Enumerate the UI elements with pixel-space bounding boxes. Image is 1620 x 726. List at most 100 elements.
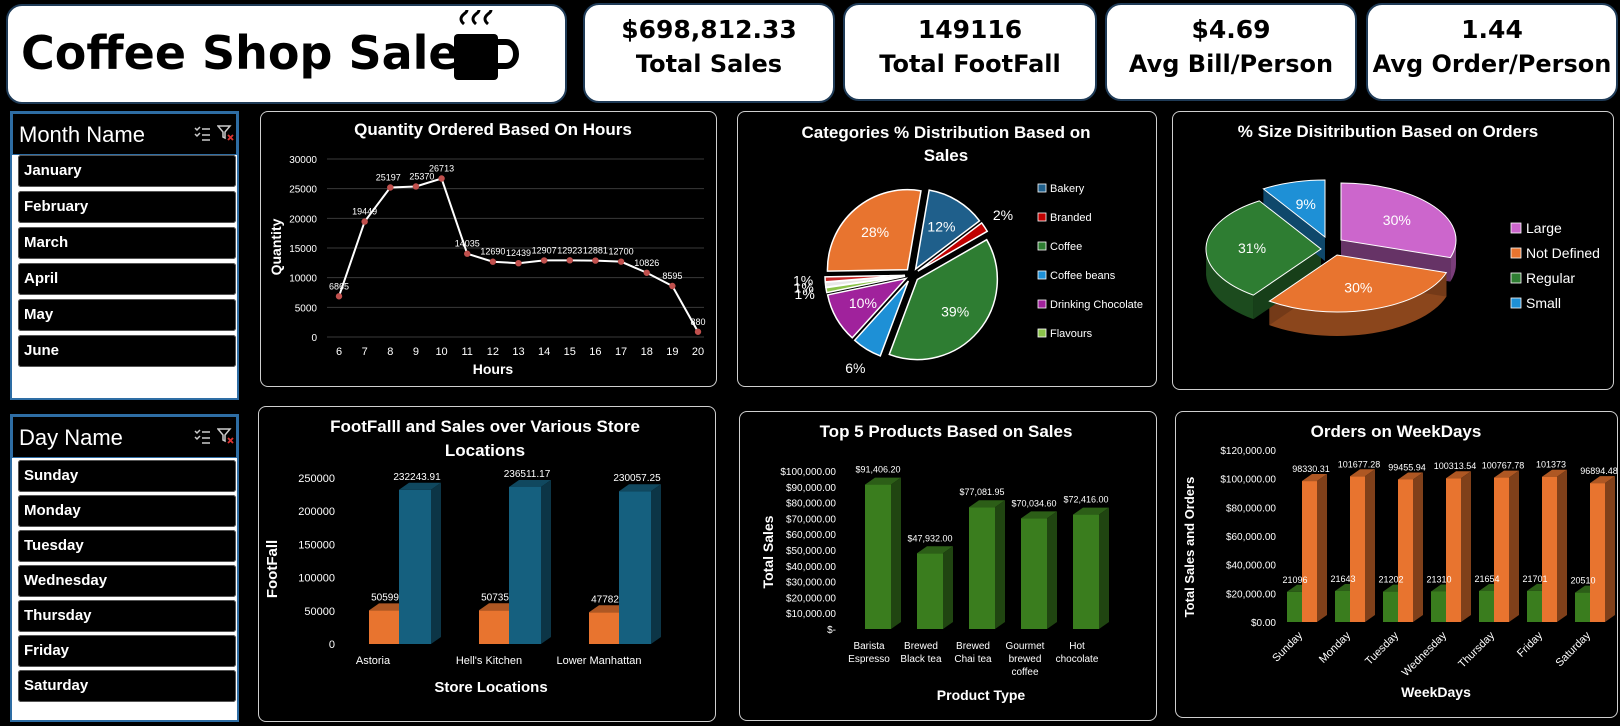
y-tick-label: $40,000.00 [786, 562, 836, 573]
clear-filter-icon[interactable] [217, 124, 235, 142]
y-tick-label: $100,000.00 [1220, 475, 1276, 486]
kpi-avg-bill: $4.69 Avg Bill/Person [1105, 3, 1357, 101]
data-label: 25197 [376, 172, 401, 182]
dashboard-title: Coffee Shop Sales [21, 26, 487, 80]
x-tick-label: 10 [435, 346, 447, 358]
kpi-label: Total FootFall [879, 50, 1061, 78]
data-label: 100313.54 [1434, 461, 1477, 471]
multi-select-icon[interactable] [193, 427, 211, 445]
x-tick-label: coffee [1011, 667, 1038, 678]
legend-swatch [1510, 222, 1522, 234]
bar [369, 610, 401, 644]
y-tick-label: $90,000.00 [786, 483, 836, 494]
coffee-cup-icon [454, 10, 519, 80]
legend-label: Not Defined [1526, 245, 1600, 261]
data-label: 8595 [662, 271, 682, 281]
data-label: 6865 [329, 281, 349, 291]
x-tick-label: 17 [615, 346, 627, 358]
y-tick-label: $20,000.00 [1226, 589, 1276, 600]
kpi-value: 1.44 [1461, 15, 1523, 44]
chart-title: Quantity Ordered Based On Hours [354, 120, 632, 139]
categories-pie-chart: Categories % Distribution Based on Sales… [793, 123, 1143, 376]
size-pie-panel: % Size Disitribution Based on Orders 30%… [1172, 111, 1614, 390]
bar [1021, 518, 1047, 629]
kpi-total-footfall: 149116 Total FootFall [843, 3, 1097, 101]
multi-select-icon[interactable] [193, 124, 211, 142]
day-item-friday[interactable]: Friday [18, 635, 236, 667]
day-item-tuesday[interactable]: Tuesday [18, 530, 236, 562]
x-tick-label: brewed [1009, 654, 1042, 665]
bar-side [1047, 511, 1057, 629]
legend-swatch [1037, 241, 1047, 251]
data-label: $47,932.00 [907, 533, 952, 543]
y-tick-label: 5000 [295, 303, 318, 314]
top-products-bar-chart: Top 5 Products Based on Sales Product Ty… [760, 422, 1109, 703]
bar-side [943, 546, 953, 629]
data-label: 21310 [1426, 574, 1451, 584]
x-tick-label: 15 [564, 346, 576, 358]
slice-label: 6% [845, 360, 865, 376]
kpi-avg-order: 1.44 Avg Order/Person [1366, 3, 1618, 101]
data-label: 50599 [371, 592, 399, 603]
data-label: 21202 [1378, 575, 1403, 585]
bar [917, 553, 943, 629]
data-point [438, 175, 445, 182]
day-item-wednesday[interactable]: Wednesday [18, 565, 236, 597]
bar-side [541, 479, 551, 644]
data-label: 96894.48 [1580, 466, 1617, 476]
bar [1287, 591, 1302, 622]
y-tick-label: $80,000.00 [1226, 503, 1276, 514]
y-tick-label: 25000 [289, 185, 317, 196]
y-tick-label: 20000 [289, 214, 317, 225]
x-axis-label: Product Type [937, 687, 1026, 703]
day-item-saturday[interactable]: Saturday [18, 670, 236, 702]
x-tick-label: Lower Manhattan [557, 655, 642, 667]
slice-label: 30% [1344, 280, 1372, 296]
chart-title: Orders on WeekDays [1311, 422, 1482, 441]
legend-label: Coffee beans [1050, 270, 1116, 282]
y-axis-label: Quantity [268, 218, 284, 275]
legend-label: Flavours [1050, 328, 1093, 340]
slicer-header: Month Name [12, 113, 237, 155]
y-tick-label: 15000 [289, 244, 317, 255]
legend-swatch [1510, 272, 1522, 284]
x-axis-label: WeekDays [1401, 684, 1471, 700]
data-label: $72,416.00 [1063, 495, 1108, 505]
slice-label: 30% [1383, 212, 1411, 228]
bar-side [891, 477, 901, 629]
bar-side [1413, 472, 1423, 622]
data-point [592, 257, 599, 264]
month-item-march[interactable]: March [18, 227, 236, 259]
month-item-june[interactable]: June [18, 335, 236, 367]
size-3d-pie-chart: % Size Disitribution Based on Orders 30%… [1205, 122, 1600, 336]
legend-label: Bakery [1050, 183, 1085, 195]
x-tick-label: Friday [1515, 629, 1545, 659]
legend-swatch [1037, 270, 1047, 280]
month-item-february[interactable]: February [18, 191, 236, 223]
y-tick-label: $70,000.00 [786, 514, 836, 525]
month-item-january[interactable]: January [18, 155, 236, 187]
clear-filter-icon[interactable] [217, 427, 235, 445]
data-label: 12881 [583, 246, 608, 256]
day-item-monday[interactable]: Monday [18, 495, 236, 527]
x-tick-label: Hell's Kitchen [456, 655, 522, 667]
y-tick-label: $80,000.00 [786, 499, 836, 510]
store-locations-bar-chart: FootFalll and Sales over Various Store L… [264, 417, 661, 696]
weekdays-panel: Orders on WeekDays WeekDays Total Sales … [1175, 411, 1618, 718]
kpi-total-sales: $698,812.33 Total Sales [583, 3, 835, 103]
x-tick-label: 13 [512, 346, 524, 358]
y-tick-label: $30,000.00 [786, 578, 836, 589]
bar [399, 489, 431, 644]
day-item-sunday[interactable]: Sunday [18, 460, 236, 492]
bar [1527, 590, 1542, 622]
day-item-thursday[interactable]: Thursday [18, 600, 236, 632]
x-axis-label: Hours [473, 361, 514, 377]
x-tick-label: 16 [589, 346, 601, 358]
month-item-april[interactable]: April [18, 263, 236, 295]
y-tick-label: $50,000.00 [786, 546, 836, 557]
bar-side [995, 500, 1005, 629]
month-item-may[interactable]: May [18, 299, 236, 331]
bar-side [1509, 470, 1519, 622]
legend-label: Drinking Chocolate [1050, 299, 1143, 311]
x-axis-label: Store Locations [434, 679, 547, 696]
